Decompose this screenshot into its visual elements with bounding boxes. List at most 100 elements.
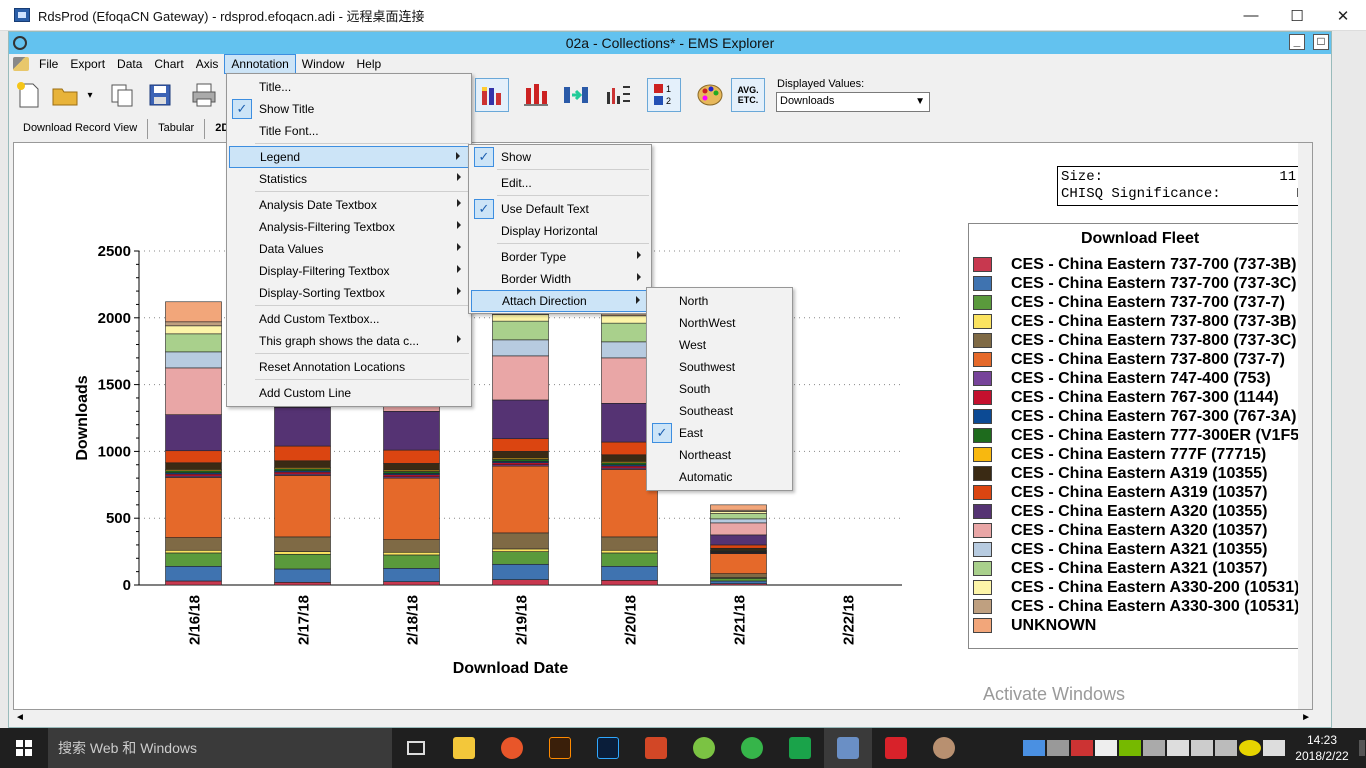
- tab-tabular[interactable]: Tabular: [148, 119, 206, 139]
- tray-app-icon[interactable]: [1239, 740, 1261, 756]
- annotation-menu-item[interactable]: Legend: [229, 146, 469, 168]
- stacked-bar-chart-icon[interactable]: [475, 78, 509, 112]
- legend-swatch: [973, 485, 992, 500]
- direction-menu-item[interactable]: ✓ East: [649, 422, 790, 444]
- menu-separator: [255, 143, 469, 144]
- direction-menu-item[interactable]: Southwest: [649, 356, 790, 378]
- annotation-menu-item[interactable]: ✓ Show Title: [229, 98, 469, 120]
- legend-menu-item[interactable]: ✓ Use Default Text: [471, 198, 649, 220]
- direction-menu-item[interactable]: South: [649, 378, 790, 400]
- statistics-textbox[interactable]: Size:11,6 CHISQ Significance:No: [1057, 166, 1312, 206]
- legend-menu-item[interactable]: Edit...: [471, 172, 649, 194]
- tray-app-icon[interactable]: [1071, 740, 1093, 756]
- app-minimize-button[interactable]: _: [1289, 34, 1305, 50]
- annotation-menu-item[interactable]: Analysis-Filtering Textbox: [229, 216, 469, 238]
- nvidia-icon[interactable]: [1119, 740, 1141, 756]
- displayed-values-select[interactable]: Downloads ▼: [776, 92, 930, 112]
- chart-legend[interactable]: Download Fleet CES - China Eastern 737-7…: [968, 223, 1312, 649]
- tray-app-icon[interactable]: [1047, 740, 1069, 756]
- series-order-icon[interactable]: 12: [647, 78, 681, 112]
- remote-desktop-task-icon[interactable]: [824, 728, 872, 768]
- wechat-icon[interactable]: [680, 728, 728, 768]
- scroll-left-arrow-icon[interactable]: ◄: [15, 712, 25, 723]
- copy-icon[interactable]: [105, 78, 139, 112]
- vertical-scrollbar[interactable]: [1298, 143, 1312, 709]
- tab-download-record-view[interactable]: Download Record View: [13, 119, 149, 139]
- color-palette-icon[interactable]: [693, 78, 727, 112]
- annotation-menu-item[interactable]: Reset Annotation Locations: [229, 356, 469, 378]
- rdp-maximize-button[interactable]: ☐: [1274, 0, 1320, 31]
- refresh-app-icon[interactable]: [728, 728, 776, 768]
- annotation-menu-item[interactable]: Display-Sorting Textbox: [229, 282, 469, 304]
- menu-export[interactable]: Export: [64, 55, 111, 73]
- wifi-icon[interactable]: [1191, 740, 1213, 756]
- wand-icon[interactable]: [13, 57, 29, 71]
- print-icon[interactable]: [187, 78, 221, 112]
- annotation-menu-item[interactable]: Data Values: [229, 238, 469, 260]
- direction-menu-item[interactable]: Northeast: [649, 444, 790, 466]
- rdp-minimize-button[interactable]: —: [1228, 0, 1274, 31]
- annotation-menu-item[interactable]: This graph shows the data c...: [229, 330, 469, 352]
- task-view-icon[interactable]: [392, 728, 440, 768]
- direction-menu-item[interactable]: NorthWest: [649, 312, 790, 334]
- youdao-dict-icon[interactable]: [872, 728, 920, 768]
- start-button[interactable]: [0, 728, 48, 768]
- tray-app-icon[interactable]: [1095, 740, 1117, 756]
- volume-muted-icon[interactable]: [1215, 740, 1237, 756]
- annotation-menu-item-label: Reset Annotation Locations: [259, 360, 406, 374]
- firefox-icon[interactable]: [488, 728, 536, 768]
- show-desktop-button[interactable]: [1359, 740, 1365, 756]
- legend-menu-item[interactable]: ✓ Show: [471, 146, 649, 168]
- menu-axis[interactable]: Axis: [190, 55, 225, 73]
- save-icon[interactable]: [143, 78, 177, 112]
- annotation-menu-item[interactable]: Add Custom Textbox...: [229, 308, 469, 330]
- app-restore-button[interactable]: □: [1313, 34, 1329, 50]
- legend-menu-item[interactable]: Border Width: [471, 268, 649, 290]
- new-file-icon[interactable]: [11, 78, 45, 112]
- tray-app-icon[interactable]: [1143, 740, 1165, 756]
- annotation-menu-item[interactable]: Statistics: [229, 168, 469, 190]
- annotation-menu-item-label: Add Custom Line: [259, 386, 352, 400]
- scroll-right-arrow-icon[interactable]: ►: [1301, 712, 1311, 723]
- menu-data[interactable]: Data: [111, 55, 148, 73]
- spreadsheet-app-icon[interactable]: [776, 728, 824, 768]
- menu-window[interactable]: Window: [296, 55, 351, 73]
- open-dropdown-icon[interactable]: ▾: [83, 78, 97, 112]
- horizontal-scrollbar[interactable]: ◄ ►: [13, 712, 1313, 726]
- legend-menu-item[interactable]: Display Horizontal: [471, 220, 649, 242]
- photo-app-icon[interactable]: [920, 728, 968, 768]
- annotation-menu-item[interactable]: Add Custom Line: [229, 382, 469, 404]
- sort-chart-icon[interactable]: [601, 78, 635, 112]
- annotation-menu-item[interactable]: Title...: [229, 76, 469, 98]
- annotation-menu-item[interactable]: Title Font...: [229, 120, 469, 142]
- rdp-close-button[interactable]: ✕: [1320, 0, 1366, 31]
- taskbar-search[interactable]: 搜索 Web 和 Windows: [48, 728, 392, 768]
- x-tick-label: 2/22/18: [841, 595, 858, 645]
- menu-annotation[interactable]: Annotation: [224, 54, 296, 74]
- ime-icon[interactable]: [1263, 740, 1285, 756]
- bar-chart-icon[interactable]: [519, 78, 553, 112]
- direction-menu-item[interactable]: Automatic: [649, 466, 790, 488]
- taskbar-clock[interactable]: 14:23 2018/2/22: [1286, 732, 1358, 764]
- battery-icon[interactable]: [1167, 740, 1189, 756]
- photoshop-icon[interactable]: [584, 728, 632, 768]
- powerpoint-icon[interactable]: [632, 728, 680, 768]
- direction-menu-item[interactable]: Southeast: [649, 400, 790, 422]
- menu-help[interactable]: Help: [350, 55, 387, 73]
- bar-segment: [165, 552, 222, 567]
- menu-file[interactable]: File: [33, 55, 64, 73]
- direction-menu-item[interactable]: North: [649, 290, 790, 312]
- chevron-down-icon: ▼: [915, 96, 925, 107]
- annotation-menu-item[interactable]: Analysis Date Textbox: [229, 194, 469, 216]
- open-folder-icon[interactable]: [49, 78, 83, 112]
- tray-app-icon[interactable]: [1023, 740, 1045, 756]
- direction-menu-item[interactable]: West: [649, 334, 790, 356]
- annotation-menu-item[interactable]: Display-Filtering Textbox: [229, 260, 469, 282]
- legend-menu-item[interactable]: Attach Direction: [471, 290, 649, 312]
- menu-chart[interactable]: Chart: [148, 55, 189, 73]
- file-explorer-icon[interactable]: [440, 728, 488, 768]
- illustrator-icon[interactable]: [536, 728, 584, 768]
- legend-menu-item[interactable]: Border Type: [471, 246, 649, 268]
- statistics-button[interactable]: AVG. ETC.: [731, 78, 765, 112]
- export-chart-icon[interactable]: [559, 78, 593, 112]
